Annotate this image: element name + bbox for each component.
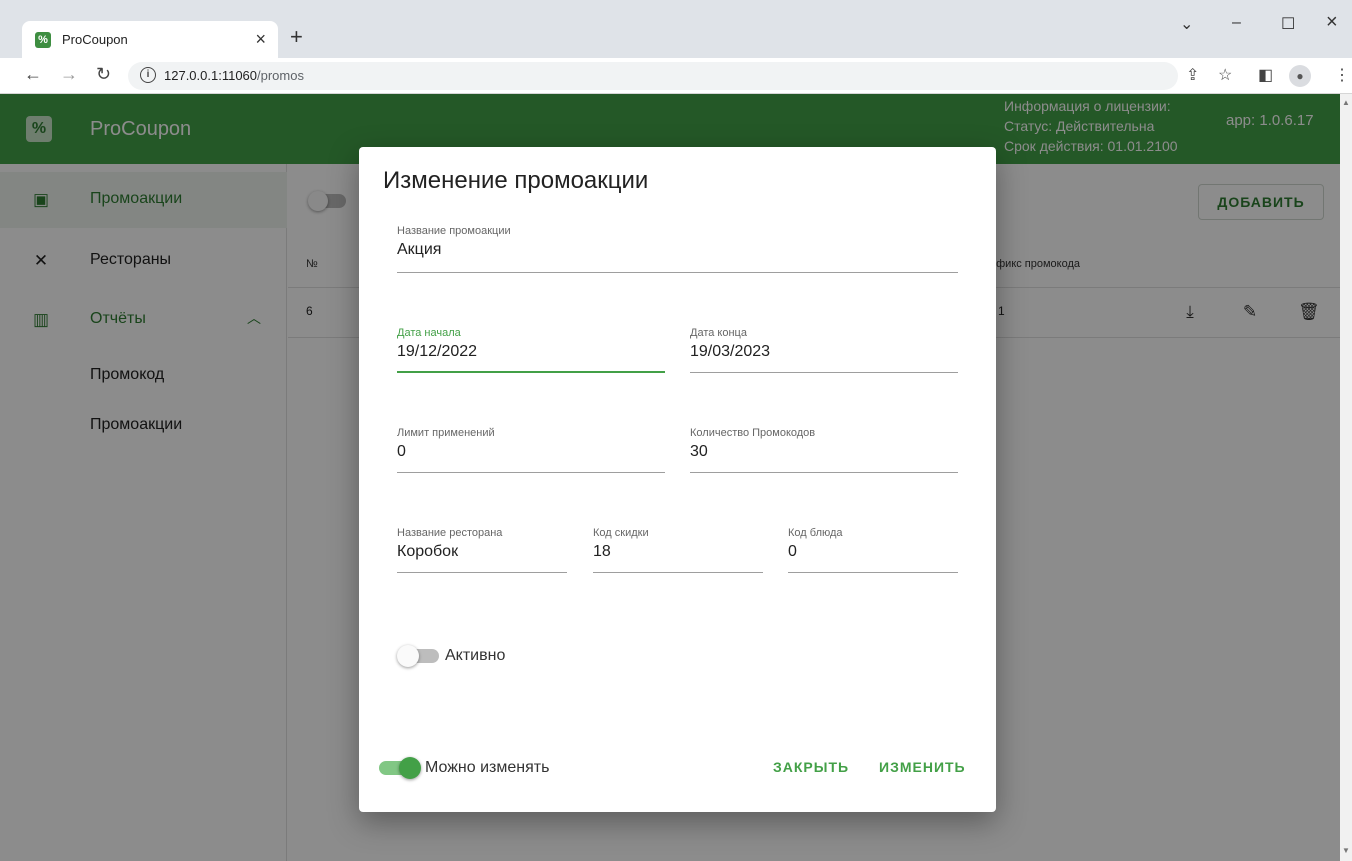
start-date-input[interactable] [397,343,665,361]
editable-label: Можно изменять [425,759,550,776]
discount-code-field[interactable]: Код скидки [593,527,763,573]
back-arrow-icon[interactable]: ← [24,64,42,85]
profile-avatar-icon[interactable]: ● [1289,65,1311,87]
url-input[interactable]: i 127.0.0.1:11060/promos [128,62,1178,90]
promo-count-field[interactable]: Количество Промокодов [690,427,958,473]
close-button[interactable]: ЗАКРЫТЬ [773,759,849,775]
new-tab-icon[interactable]: + [290,24,303,50]
share-icon[interactable]: ⇪ [1186,65,1199,85]
address-bar: ← → ↻ i 127.0.0.1:11060/promos ⇪ ☆ ◧ ● ⋮ [0,58,1352,94]
submit-button[interactable]: ИЗМЕНИТЬ [879,759,966,775]
tab-search-chevron-icon[interactable]: ⌄ [1180,14,1193,34]
url-path: /promos [257,68,304,83]
promo-count-input[interactable] [690,443,958,461]
promo-count-label: Количество Промокодов [690,427,816,439]
reload-icon[interactable]: ↻ [96,64,111,85]
editable-switch[interactable] [379,757,421,779]
promo-name-field[interactable]: Название промоакции [397,225,958,273]
usage-limit-label: Лимит применений [397,427,495,439]
promo-name-input[interactable] [397,241,958,259]
active-switch[interactable] [397,645,439,667]
dish-code-field[interactable]: Код блюда [788,527,958,573]
end-date-field[interactable]: Дата конца [690,327,958,373]
dialog-title: Изменение промоакции [383,167,649,194]
edit-promo-dialog: Изменение промоакции Название промоакции… [359,147,996,812]
start-date-field[interactable]: Дата начала [397,327,665,373]
forward-arrow-icon[interactable]: → [60,64,78,85]
scroll-down-icon[interactable]: ▼ [1340,846,1352,855]
side-panel-icon[interactable]: ◧ [1258,65,1273,85]
promo-name-label: Название промоакции [397,225,511,237]
page-scrollbar[interactable]: ▲ ▼ [1340,94,1352,861]
tab-close-icon[interactable]: × [255,29,266,50]
usage-limit-field[interactable]: Лимит применений [397,427,665,473]
discount-code-label: Код скидки [593,527,649,539]
scroll-up-icon[interactable]: ▲ [1340,98,1352,107]
maximize-icon[interactable]: ☐ [1281,14,1295,34]
active-switch-knob [397,645,419,667]
tab-title: ProCoupon [62,32,128,47]
url-text: 127.0.0.1:11060/promos [164,68,304,83]
editable-switch-knob [399,757,421,779]
bookmark-star-icon[interactable]: ☆ [1218,65,1232,85]
dish-code-input[interactable] [788,543,958,561]
restaurant-field[interactable]: Название ресторана [397,527,567,573]
minimize-icon[interactable]: – [1232,14,1241,32]
browser-tab[interactable]: % ProCoupon × [22,21,278,58]
usage-limit-input[interactable] [397,443,665,461]
discount-code-input[interactable] [593,543,763,561]
site-info-icon[interactable]: i [140,67,156,83]
restaurant-label: Название ресторана [397,527,503,539]
active-label: Активно [445,647,506,664]
start-date-label: Дата начала [397,327,461,339]
browser-menu-icon[interactable]: ⋮ [1334,65,1350,85]
browser-window: % ProCoupon × + ⌄ – ☐ × ← → ↻ i 127.0.0.… [0,0,1352,861]
end-date-label: Дата конца [690,327,747,339]
procoupon-favicon-icon: % [35,32,51,48]
window-close-icon[interactable]: × [1326,11,1338,34]
dish-code-label: Код блюда [788,527,843,539]
end-date-input[interactable] [690,343,958,361]
restaurant-input[interactable] [397,543,567,561]
url-host: 127.0.0.1:11060 [164,68,258,83]
browser-tab-bar: % ProCoupon × + ⌄ – ☐ × [0,0,1352,58]
